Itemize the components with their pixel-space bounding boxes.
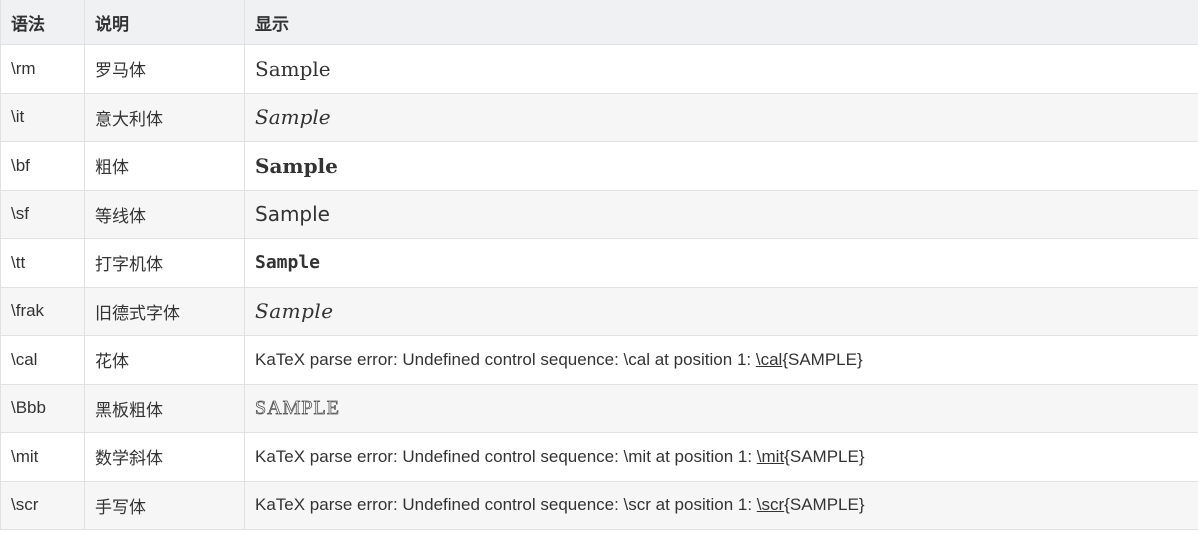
table-row: \cal 花体 KaTeX parse error: Undefined con… [0,335,1198,385]
katex-error-message: KaTeX parse error: Undefined control seq… [255,350,863,369]
font-style-table: 语法 说明 显示 \rm 罗马体 Sample \it 意大利体 Sample … [0,0,1198,530]
error-text: KaTeX parse error: Undefined control seq… [255,495,757,515]
description-cell: 粗体 [84,141,245,191]
table-row: \Bbb 黑板粗体 SAMPLE [0,383,1198,433]
syntax-cell: \sf [0,189,85,239]
header-description: 说明 [84,0,245,45]
display-cell: Sample [244,44,1198,94]
description-cell: 花体 [84,335,245,385]
header-display: 显示 [244,0,1198,45]
katex-error-message: KaTeX parse error: Undefined control seq… [255,447,865,466]
display-cell: SAMPLE [244,383,1198,433]
error-command: \cal [755,349,783,369]
table-row: \frak 旧德式字体 Sample [0,286,1198,336]
table-row: \rm 罗马体 Sample [0,44,1198,94]
syntax-cell: \mit [0,432,85,482]
description-cell: 意大利体 [84,92,245,142]
description-cell: 打字机体 [84,238,245,288]
table-header-row: 语法 说明 显示 [0,0,1198,45]
sample-rendering: Sample [255,56,331,81]
syntax-cell: \it [0,92,85,142]
error-command: \mit [756,446,785,466]
description-cell: 等线体 [84,189,245,239]
description-cell: 手写体 [84,480,245,530]
description-cell: 旧德式字体 [84,286,245,336]
display-cell: Sample [244,92,1198,142]
table-row: \mit 数学斜体 KaTeX parse error: Undefined c… [0,432,1198,482]
syntax-cell: \Bbb [0,383,85,433]
table-row: \scr 手写体 KaTeX parse error: Undefined co… [0,480,1198,530]
error-suffix: {SAMPLE} [784,495,865,515]
sample-rendering: Sample [255,153,338,178]
syntax-cell: \bf [0,141,85,191]
sample-rendering: SAMPLE [255,396,340,419]
error-command: \scr [756,495,785,515]
sample-rendering: Sample [255,105,331,130]
error-suffix: {SAMPLE} [782,349,863,369]
syntax-cell: \tt [0,238,85,288]
sample-rendering: Sample [255,252,321,274]
table-row: \bf 粗体 Sample [0,141,1198,191]
sample-rendering: Sample [255,299,334,324]
display-cell: Sample [244,286,1198,336]
syntax-cell: \rm [0,44,85,94]
error-text: KaTeX parse error: Undefined control seq… [255,349,756,369]
error-text: KaTeX parse error: Undefined control seq… [255,446,757,466]
syntax-cell: \frak [0,286,85,336]
display-cell: KaTeX parse error: Undefined control seq… [244,432,1198,482]
display-cell: KaTeX parse error: Undefined control seq… [244,480,1198,530]
display-cell: KaTeX parse error: Undefined control seq… [244,335,1198,385]
display-cell: Sample [244,189,1198,239]
header-syntax: 语法 [0,0,85,45]
table-row: \tt 打字机体 Sample [0,238,1198,288]
syntax-cell: \scr [0,480,85,530]
error-suffix: {SAMPLE} [784,446,865,466]
table-row: \sf 等线体 Sample [0,189,1198,239]
katex-error-message: KaTeX parse error: Undefined control seq… [255,495,865,514]
display-cell: Sample [244,141,1198,191]
description-cell: 数学斜体 [84,432,245,482]
description-cell: 罗马体 [84,44,245,94]
display-cell: Sample [244,238,1198,288]
description-cell: 黑板粗体 [84,383,245,433]
sample-rendering: Sample [255,202,330,227]
table-row: \it 意大利体 Sample [0,92,1198,142]
syntax-cell: \cal [0,335,85,385]
